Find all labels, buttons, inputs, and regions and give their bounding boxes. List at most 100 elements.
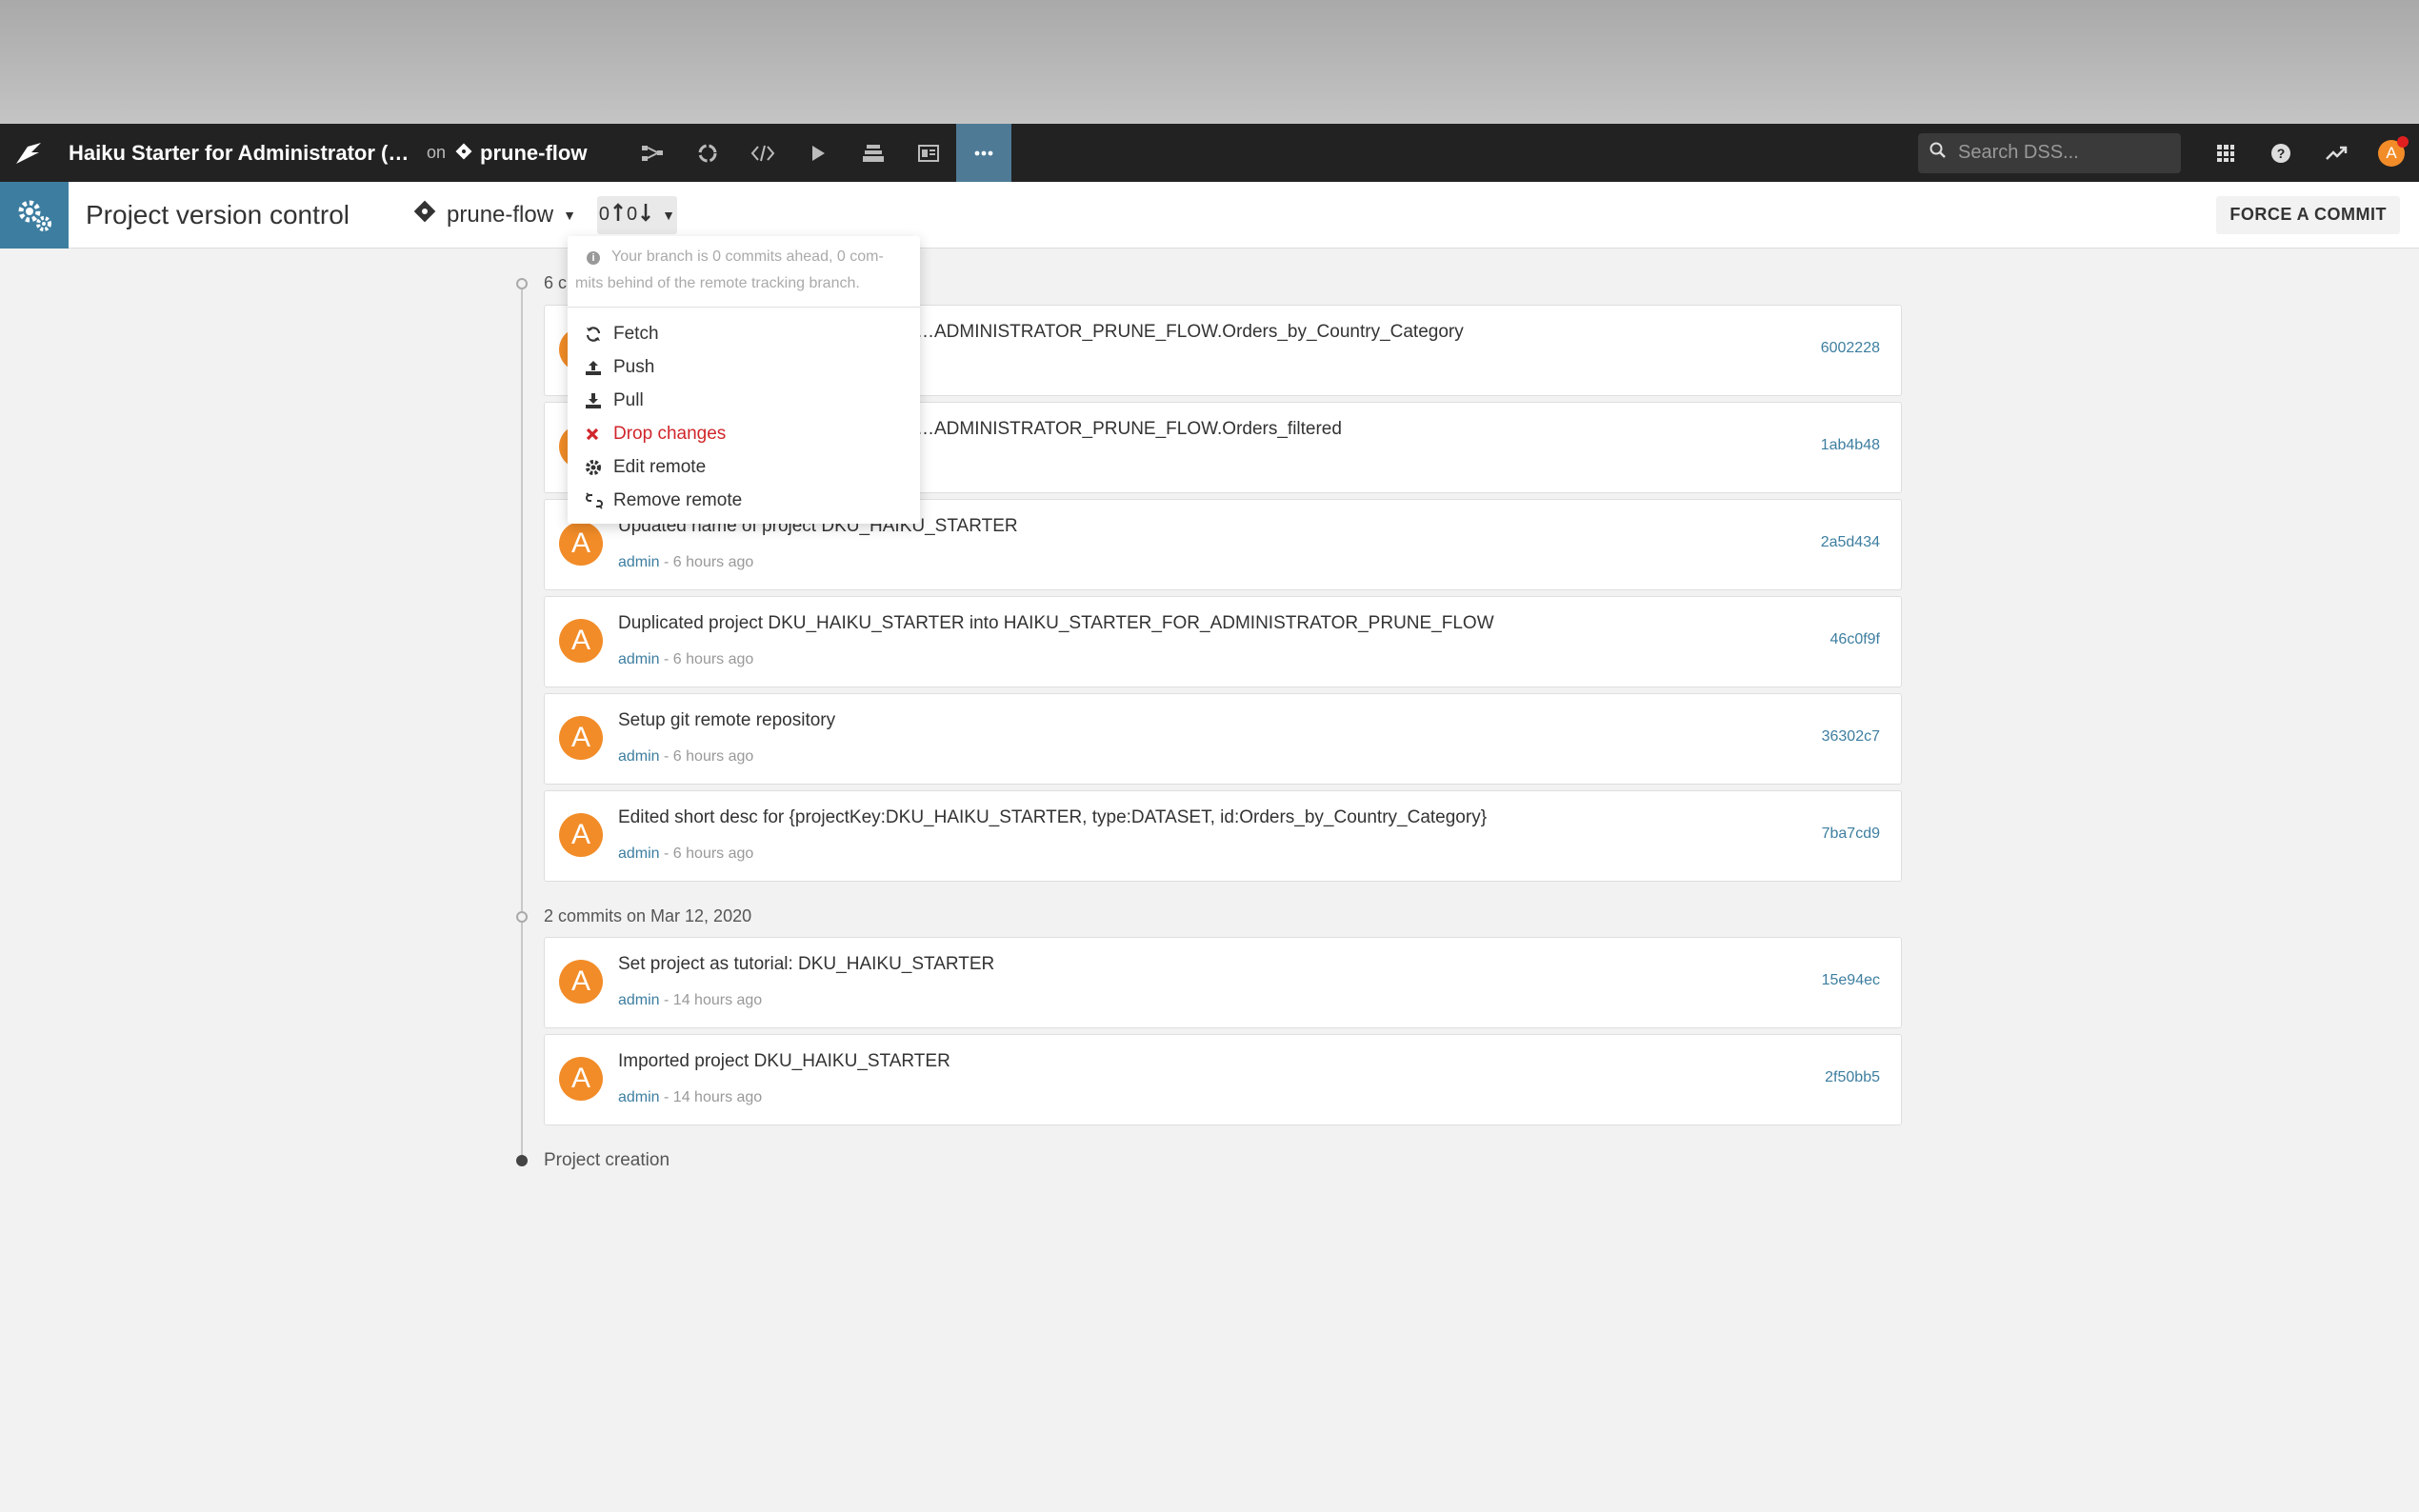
info-icon: i: [587, 251, 600, 265]
commit-message: …ADMINISTRATOR_PRUNE_FLOW.Orders_by_Coun…: [916, 322, 1464, 342]
commit-time: 6 hours ago: [672, 846, 754, 862]
refresh-icon: [585, 326, 613, 343]
dropdown-menu-list: Fetch Push Pull Drop changes Edit remote: [568, 308, 920, 517]
play-icon[interactable]: [790, 124, 846, 182]
commit-author-avatar: A: [559, 1057, 603, 1101]
commit-row[interactable]: A Setup git remote repository admin - 6 …: [544, 693, 1902, 785]
on-label: on: [427, 143, 447, 162]
search-box[interactable]: [1918, 132, 2181, 173]
chevron-down-icon: ▼: [662, 207, 675, 223]
commit-message: Imported project DKU_HAIKU_STARTER: [618, 1051, 950, 1071]
commit-author-link[interactable]: admin: [618, 554, 660, 570]
code-icon[interactable]: [735, 124, 790, 182]
commit-message: Duplicated project DKU_HAIKU_STARTER int…: [618, 613, 1494, 633]
commit-meta: admin - 14 hours ago: [618, 992, 763, 1008]
branch-status-info: i Your branch is 0 commits ahead, 0 com- …: [568, 236, 920, 308]
ahead-count: 0: [598, 204, 610, 225]
download-icon: [585, 392, 613, 409]
branch-selector[interactable]: prune-flow ▼: [412, 199, 576, 230]
commit-author-link[interactable]: admin: [618, 748, 660, 765]
commit-time: 6 hours ago: [672, 554, 754, 570]
commit-hash-link[interactable]: 2f50bb5: [1825, 1069, 1880, 1086]
commit-message: …ADMINISTRATOR_PRUNE_FLOW.Orders_filtere…: [916, 419, 1342, 439]
commit-author-link[interactable]: admin: [618, 651, 660, 667]
timeline-line: [521, 282, 523, 1162]
commit-author-avatar: A: [559, 716, 603, 760]
branch-label: prune-flow: [447, 201, 554, 228]
page-title: Project version control: [86, 199, 350, 229]
svg-text:?: ?: [2277, 146, 2286, 161]
menu-item-label: Pull: [613, 389, 644, 410]
commit-author-link[interactable]: admin: [618, 1089, 660, 1105]
commit-author-link[interactable]: admin: [618, 992, 660, 1008]
arrow-down-icon: [641, 203, 651, 228]
commit-hash-link[interactable]: 6002228: [1821, 340, 1880, 357]
project-creation-label: Project creation: [544, 1150, 670, 1170]
commit-row[interactable]: A Set project as tutorial: DKU_HAIKU_STA…: [544, 937, 1902, 1028]
stack-icon[interactable]: [846, 124, 901, 182]
commit-hash-link[interactable]: 15e94ec: [1822, 972, 1880, 989]
git-branch-icon: [412, 199, 437, 230]
user-avatar-letter: A: [2386, 143, 2397, 162]
git-branch-icon: [455, 141, 472, 166]
user-menu[interactable]: A: [2364, 124, 2419, 182]
trend-icon[interactable]: [2309, 124, 2364, 182]
flow-icon[interactable]: [625, 124, 680, 182]
navbar-tools: [625, 124, 1012, 182]
commit-time: 6 hours ago: [672, 651, 754, 667]
commit-author-link[interactable]: admin: [618, 846, 660, 862]
recycle-icon[interactable]: [680, 124, 735, 182]
dashboard-icon[interactable]: [901, 124, 956, 182]
commit-time: 14 hours ago: [672, 992, 763, 1008]
help-icon[interactable]: ?: [2253, 124, 2309, 182]
settings-gear-icon[interactable]: [0, 181, 69, 249]
group-label: 2 commits on Mar 12, 2020: [544, 906, 752, 925]
commit-hash-link[interactable]: 46c0f9f: [1830, 631, 1880, 648]
commit-hash-link[interactable]: 36302c7: [1822, 728, 1880, 746]
commit-hash-link[interactable]: 1ab4b48: [1821, 437, 1880, 454]
commit-time: 6 hours ago: [672, 748, 754, 765]
user-avatar: A: [2378, 135, 2409, 167]
commit-hash-link[interactable]: 2a5d434: [1821, 534, 1880, 551]
group-label: 6 c: [544, 273, 568, 292]
menu-item-push[interactable]: Push: [568, 350, 920, 384]
arrow-up-icon: [613, 202, 623, 228]
menu-item-label: Drop changes: [613, 423, 727, 444]
more-icon[interactable]: [956, 124, 1012, 182]
top-navbar: Haiku Starter for Administrator (pr… on …: [0, 124, 2419, 182]
timeline-group-dot: [516, 278, 528, 289]
chevron-down-icon: ▼: [563, 207, 576, 223]
menu-item-label: Push: [613, 356, 655, 377]
close-icon: [585, 427, 613, 442]
commit-message: Setup git remote repository: [618, 710, 836, 730]
page-header: Project version control prune-flow ▼ 0 0…: [0, 181, 2419, 249]
search-input[interactable]: [1958, 142, 2158, 164]
project-title[interactable]: Haiku Starter for Administrator (pr…: [69, 141, 411, 166]
menu-item-fetch[interactable]: Fetch: [568, 317, 920, 350]
notification-dot: [2397, 135, 2409, 148]
remote-sync-button[interactable]: 0 0 ▼: [596, 195, 677, 234]
info-line-2: mits behind of the remote tracking branc…: [575, 275, 860, 291]
force-commit-button[interactable]: FORCE A COMMIT: [2216, 195, 2400, 234]
menu-item-pull[interactable]: Pull: [568, 384, 920, 417]
navbar-branch[interactable]: prune-flow: [455, 141, 587, 166]
commit-hash-link[interactable]: 7ba7cd9: [1822, 826, 1880, 843]
timeline-group-dot: [516, 911, 528, 923]
commit-row[interactable]: A Duplicated project DKU_HAIKU_STARTER i…: [544, 596, 1902, 687]
menu-item-drop-changes[interactable]: Drop changes: [568, 417, 920, 450]
menu-item-edit-remote[interactable]: Edit remote: [568, 450, 920, 484]
gear-icon: [585, 459, 613, 476]
commit-row[interactable]: A Imported project DKU_HAIKU_STARTER adm…: [544, 1034, 1902, 1125]
commit-meta: admin - 6 hours ago: [618, 554, 754, 570]
apps-grid-icon[interactable]: [2198, 124, 2253, 182]
upload-icon: [585, 359, 613, 376]
commit-meta: admin - 6 hours ago: [618, 846, 754, 862]
commit-row[interactable]: A Edited short desc for {projectKey:DKU_…: [544, 790, 1902, 882]
commit-author-avatar: A: [559, 619, 603, 663]
dss-logo-icon[interactable]: [0, 124, 57, 182]
commit-meta: admin - 6 hours ago: [618, 651, 754, 667]
menu-item-remove-remote[interactable]: Remove remote: [568, 484, 920, 517]
menu-item-label: Remove remote: [613, 489, 743, 510]
menu-item-label: Fetch: [613, 323, 659, 344]
remote-actions-dropdown: i Your branch is 0 commits ahead, 0 com- …: [568, 236, 920, 524]
